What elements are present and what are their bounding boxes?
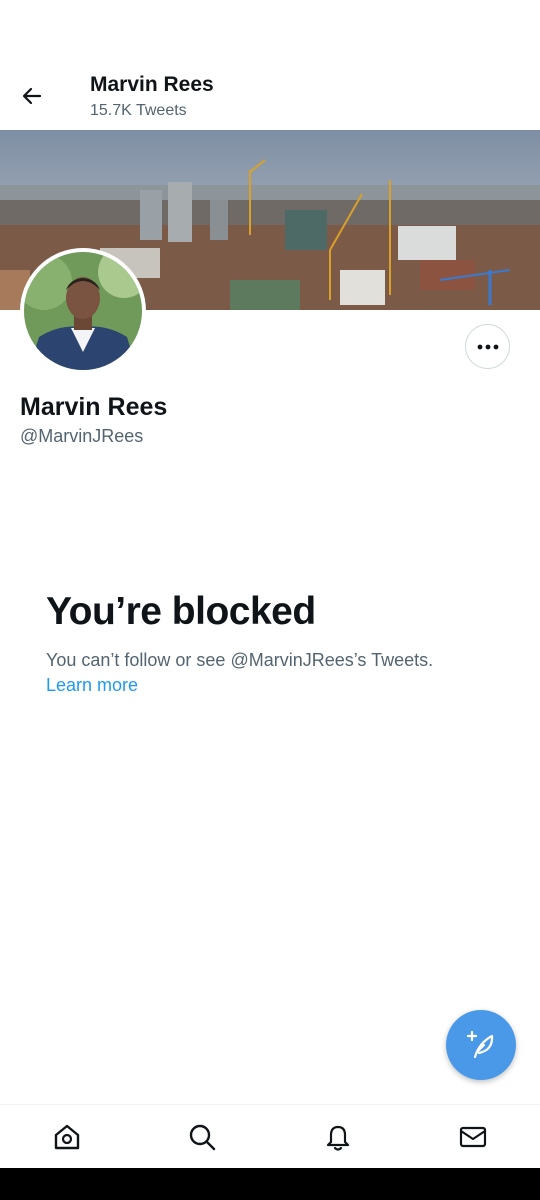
more-dots-icon [477,344,498,349]
nav-notifications[interactable] [320,1119,356,1155]
home-icon [54,1124,80,1150]
profile-header: Marvin Rees 15.7K Tweets [0,60,540,130]
bottom-nav [0,1104,540,1168]
more-options-button[interactable] [465,324,510,369]
profile-name: Marvin Rees [20,393,168,421]
profile-handle: @MarvinJRees [20,426,144,446]
back-button[interactable] [14,78,50,114]
blocked-title: You’re blocked [46,590,316,633]
search-icon [189,1124,216,1151]
learn-more-link[interactable]: Learn more [46,675,138,696]
nav-home[interactable] [49,1119,85,1155]
arrow-left-icon [22,87,42,105]
nav-search[interactable] [184,1119,220,1155]
compose-tweet-icon [466,1030,494,1059]
system-navigation-bar [0,1168,540,1200]
nav-messages[interactable] [455,1119,491,1155]
header-tweet-count: 15.7K Tweets [90,102,187,119]
header-title: Marvin Rees [90,73,214,96]
messages-envelope-icon [459,1126,487,1148]
status-bar [0,0,540,60]
profile-avatar[interactable] [20,248,146,374]
blocked-message: You can’t follow or see @MarvinJRees’s T… [46,650,434,670]
notifications-bell-icon [326,1125,350,1151]
compose-tweet-button[interactable] [446,1010,516,1080]
